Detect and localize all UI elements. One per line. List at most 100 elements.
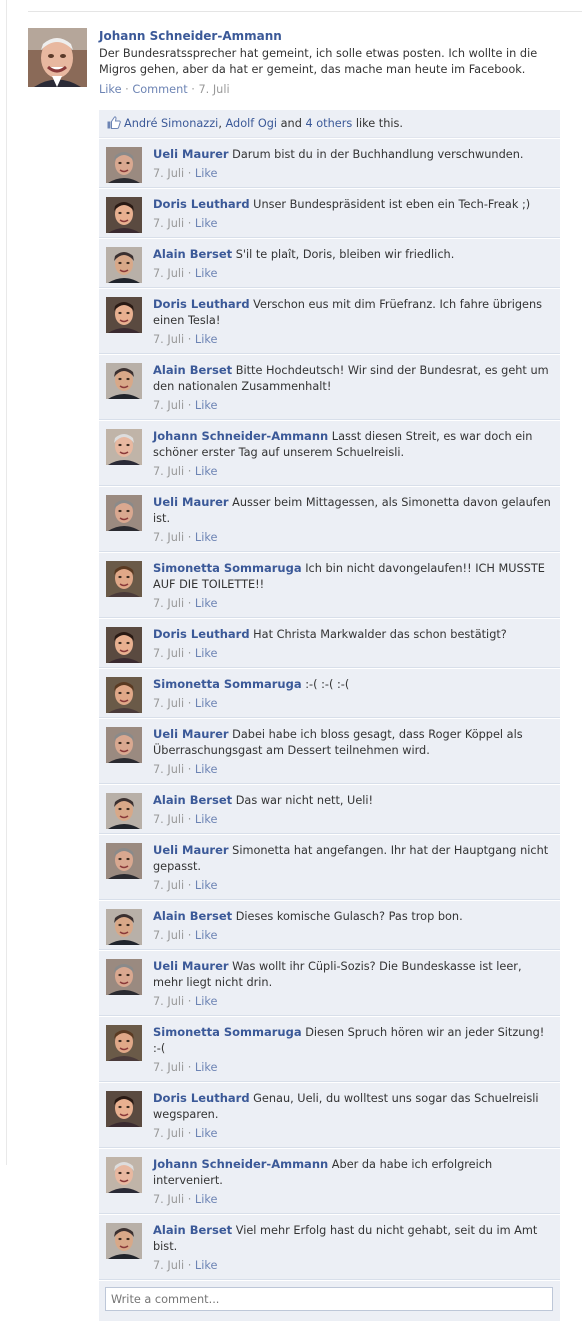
comment-timestamp[interactable]: 7. Juli [153,1259,184,1272]
comment-meta: 7. Juli · Like [153,531,552,545]
commenter-avatar[interactable] [106,627,142,663]
comment-author[interactable]: Ueli Maurer [153,147,229,161]
commenter-avatar[interactable] [106,561,142,597]
comment-author[interactable]: Doris Leuthard [153,197,250,211]
comment-text-line: Ueli Maurer Darum bist du in der Buchhan… [153,146,552,163]
comment-timestamp[interactable]: 7. Juli [153,333,184,346]
liker-link[interactable]: André Simonazzi [124,117,218,130]
comment-author[interactable]: Simonetta Sommaruga [153,677,302,691]
comment-timestamp[interactable]: 7. Juli [153,267,184,280]
post-like-link[interactable]: Like [99,83,122,96]
commenter-avatar[interactable] [106,677,142,713]
comment-body: Alain Berset Viel mehr Erfolg hast du ni… [153,1222,552,1273]
commenter-avatar[interactable] [106,495,142,531]
comment-meta: 7. Juli · Like [153,763,552,777]
comment-author[interactable]: Alain Berset [153,247,232,261]
comment-item: Doris Leuthard Genau, Ueli, du wolltest … [99,1083,560,1148]
comment-like-link[interactable]: Like [195,1259,218,1272]
comment-text: Das war nicht nett, Ueli! [235,794,374,807]
comment-like-link[interactable]: Like [195,465,218,478]
comment-like-link[interactable]: Like [195,333,218,346]
comment-timestamp[interactable]: 7. Juli [153,167,184,180]
commenter-avatar[interactable] [106,429,142,465]
comment-timestamp[interactable]: 7. Juli [153,531,184,544]
commenter-avatar[interactable] [106,1157,142,1193]
comment-timestamp[interactable]: 7. Juli [153,1061,184,1074]
commenter-avatar[interactable] [106,297,142,333]
commenter-avatar[interactable] [106,1091,142,1127]
post-author-avatar[interactable] [28,28,87,87]
comment-timestamp[interactable]: 7. Juli [153,465,184,478]
comment-like-link[interactable]: Like [195,1061,218,1074]
comment-author[interactable]: Simonetta Sommaruga [153,1025,302,1039]
comment-body: Ueli Maurer Darum bist du in der Buchhan… [153,146,552,181]
comment-text-line: Doris Leuthard Hat Christa Markwalder da… [153,626,552,643]
comment-like-link[interactable]: Like [195,1193,218,1206]
separator: · [191,83,195,96]
comment-author[interactable]: Doris Leuthard [153,627,250,641]
comment-author[interactable]: Ueli Maurer [153,727,229,741]
write-comment-input[interactable] [105,1287,553,1311]
comment-author[interactable]: Ueli Maurer [153,843,229,857]
comment-text-line: Doris Leuthard Verschon eus mit dim Früe… [153,296,552,329]
comment-author[interactable]: Alain Berset [153,793,232,807]
comment-author[interactable]: Doris Leuthard [153,1091,250,1105]
comment-text: Unser Bundespräsident ist eben ein Tech-… [253,198,531,211]
post-timestamp[interactable]: 7. Juli [198,83,229,96]
commenter-avatar[interactable] [106,909,142,945]
comment-like-link[interactable]: Like [195,217,218,230]
comment-like-link[interactable]: Like [195,763,218,776]
comment-timestamp[interactable]: 7. Juli [153,399,184,412]
comment-author[interactable]: Simonetta Sommaruga [153,561,302,575]
comment-like-link[interactable]: Like [195,995,218,1008]
comment-like-link[interactable]: Like [195,167,218,180]
comment-like-link[interactable]: Like [195,1127,218,1140]
commenter-avatar[interactable] [106,363,142,399]
commenter-avatar[interactable] [106,793,142,829]
comment-timestamp[interactable]: 7. Juli [153,697,184,710]
commenter-avatar[interactable] [106,727,142,763]
comment-like-link[interactable]: Like [195,647,218,660]
comment-timestamp[interactable]: 7. Juli [153,597,184,610]
post-comment-link[interactable]: Comment [132,83,187,96]
comment-like-link[interactable]: Like [195,879,218,892]
commenter-avatar[interactable] [106,959,142,995]
comment-timestamp[interactable]: 7. Juli [153,1127,184,1140]
comment-author[interactable]: Johann Schneider-Ammann [153,429,328,443]
commenter-avatar[interactable] [106,247,142,283]
comment-author[interactable]: Alain Berset [153,1223,232,1237]
comment-timestamp[interactable]: 7. Juli [153,1193,184,1206]
comment-like-link[interactable]: Like [195,531,218,544]
post-author-name[interactable]: Johann Schneider-Ammann [99,28,559,46]
commenter-avatar[interactable] [106,843,142,879]
comment-timestamp[interactable]: 7. Juli [153,217,184,230]
comment-meta: 7. Juli · Like [153,813,552,827]
comment-timestamp[interactable]: 7. Juli [153,929,184,942]
commenter-avatar[interactable] [106,1223,142,1259]
comment-timestamp[interactable]: 7. Juli [153,879,184,892]
comment-author[interactable]: Ueli Maurer [153,959,229,973]
comment-author[interactable]: Ueli Maurer [153,495,229,509]
commenter-avatar[interactable] [106,1025,142,1061]
comment-like-link[interactable]: Like [195,813,218,826]
profile-photo-icon [106,363,142,399]
comment-author[interactable]: Alain Berset [153,909,232,923]
commenter-avatar[interactable] [106,197,142,233]
comment-author[interactable]: Johann Schneider-Ammann [153,1157,328,1171]
comment-timestamp[interactable]: 7. Juli [153,995,184,1008]
comment-like-link[interactable]: Like [195,399,218,412]
comment-like-link[interactable]: Like [195,597,218,610]
comment-author[interactable]: Alain Berset [153,363,232,377]
profile-photo-icon [106,429,142,465]
comment-like-link[interactable]: Like [195,929,218,942]
likes-others-link[interactable]: 4 others [305,117,352,130]
comment-like-link[interactable]: Like [195,697,218,710]
comment-timestamp[interactable]: 7. Juli [153,813,184,826]
commenter-avatar[interactable] [106,147,142,183]
comment-like-link[interactable]: Like [195,267,218,280]
liker-link[interactable]: Adolf Ogi [226,117,278,130]
comment-timestamp[interactable]: 7. Juli [153,647,184,660]
comment-timestamp[interactable]: 7. Juli [153,763,184,776]
comment-author[interactable]: Doris Leuthard [153,297,250,311]
separator: · [187,1193,192,1206]
